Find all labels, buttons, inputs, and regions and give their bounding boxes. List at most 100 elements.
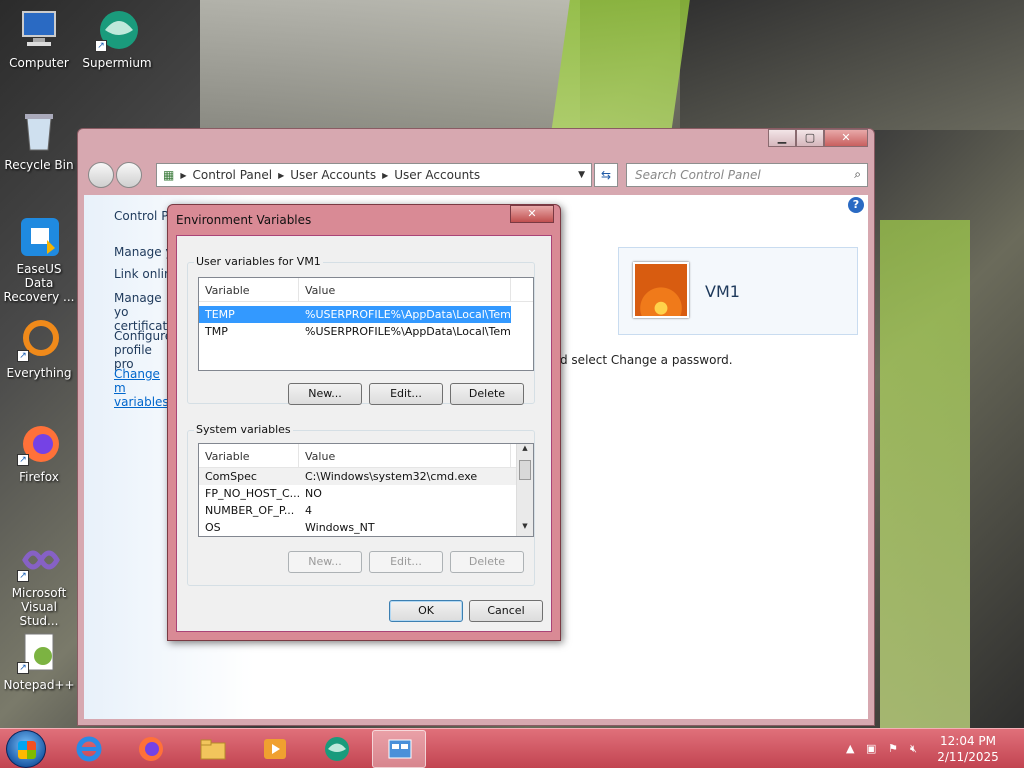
user-variables-group: User variables for VM1 Variable Value TE…: [187, 255, 535, 405]
clock[interactable]: 12:04 PM 2/11/2025: [932, 733, 1004, 765]
desktop-icon-supermium[interactable]: ↗ Supermium: [79, 8, 155, 70]
column-header-variable[interactable]: Variable: [199, 444, 299, 467]
show-hidden-icons-icon[interactable]: ▲: [846, 742, 860, 756]
window-caption-buttons: ▁ ▢ ✕: [768, 129, 868, 147]
desktop-icon-everything[interactable]: ↗ Everything: [1, 318, 77, 380]
clock-date: 2/11/2025: [937, 750, 999, 764]
folder-icon: [200, 739, 226, 760]
supermium-icon: ↗: [95, 8, 139, 52]
avatar: [633, 262, 689, 318]
recycle-bin-icon: [17, 110, 61, 154]
address-bar[interactable]: ▦ ▶ Control Panel ▶ User Accounts ▶ User…: [156, 163, 592, 187]
user-edit-button[interactable]: Edit...: [369, 383, 443, 405]
refresh-button[interactable]: ⇆: [594, 163, 618, 187]
volume-muted-icon[interactable]: 🔇︎: [910, 742, 924, 756]
taskbar-supermium[interactable]: [310, 730, 364, 768]
system-delete-button[interactable]: Delete: [450, 551, 524, 573]
everything-icon: ↗: [17, 318, 61, 362]
body-text: d select Change a password.: [560, 353, 733, 367]
desktop-icon-easeus[interactable]: EaseUS Data Recovery ...: [1, 214, 77, 304]
close-button[interactable]: ✕: [824, 129, 868, 147]
windows-logo-icon: [18, 741, 36, 759]
breadcrumb-item[interactable]: User Accounts: [394, 168, 480, 182]
vertical-scrollbar[interactable]: ▲ ▼: [516, 444, 533, 536]
column-header-value[interactable]: Value: [299, 278, 511, 301]
table-row[interactable]: TEMP %USERPROFILE%\AppData\Local\Temp: [199, 306, 511, 323]
forward-button[interactable]: [116, 162, 142, 188]
taskbar-media-player[interactable]: [248, 730, 302, 768]
change-env-variables-link[interactable]: Change m variables: [114, 367, 170, 409]
supermium-icon: [325, 737, 349, 761]
desktop-icon-notepadpp[interactable]: ↗ Notepad++: [1, 630, 77, 692]
table-row[interactable]: NUMBER_OF_P... 4: [199, 502, 533, 519]
desktop-icon-visual-studio[interactable]: ↗ Microsoft Visual Stud...: [1, 538, 77, 628]
taskbar-firefox[interactable]: [124, 730, 178, 768]
user-new-button[interactable]: New...: [288, 383, 362, 405]
control-panel-icon: ▦: [163, 168, 175, 182]
system-new-button[interactable]: New...: [288, 551, 362, 573]
system-variables-list[interactable]: Variable Value ComSpec C:\Windows\system…: [198, 443, 534, 537]
shortcut-arrow-icon: ↗: [17, 570, 29, 582]
taskbar-explorer[interactable]: [186, 730, 240, 768]
firefox-icon: ↗: [17, 422, 61, 466]
user-tile: VM1: [618, 247, 858, 335]
clock-time: 12:04 PM: [940, 734, 996, 748]
wallpaper-region: [550, 0, 690, 140]
shortcut-arrow-icon: ↗: [17, 350, 29, 362]
ok-button[interactable]: OK: [389, 600, 463, 622]
firefox-icon: [139, 737, 163, 761]
task-pane-item[interactable]: Configure profile pro: [114, 329, 172, 371]
shortcut-arrow-icon: ↗: [17, 662, 29, 674]
taskbar-control-panel[interactable]: [372, 730, 426, 768]
task-pane-item[interactable]: Manage yo certificate: [114, 291, 175, 333]
dialog-body: User variables for VM1 Variable Value TE…: [176, 235, 552, 632]
desktop-icon-computer[interactable]: Computer: [1, 8, 77, 70]
help-icon[interactable]: ?: [848, 197, 864, 213]
visual-studio-icon: ↗: [17, 538, 61, 582]
chevron-right-icon: ▶: [180, 170, 187, 180]
notepadpp-icon: ↗: [17, 630, 61, 674]
environment-variables-dialog: Environment Variables ✕ User variables f…: [167, 204, 561, 641]
chevron-right-icon: ▶: [382, 170, 389, 180]
chevron-down-icon[interactable]: ▼: [578, 170, 585, 180]
control-panel-icon: [388, 739, 412, 759]
column-header-variable[interactable]: Variable: [199, 278, 299, 301]
dialog-title: Environment Variables: [176, 213, 312, 227]
maximize-button[interactable]: ▢: [796, 129, 824, 147]
wallpaper-region: [680, 0, 1024, 130]
scroll-down-icon[interactable]: ▼: [517, 522, 533, 536]
breadcrumb-item[interactable]: Control Panel: [193, 168, 273, 182]
column-header-value[interactable]: Value: [299, 444, 511, 467]
system-variables-label: System variables: [194, 423, 293, 436]
scrollbar-thumb[interactable]: [519, 460, 531, 480]
minimize-button[interactable]: ▁: [768, 129, 796, 147]
table-row[interactable]: ComSpec C:\Windows\system32\cmd.exe: [199, 468, 533, 485]
search-input[interactable]: Search Control Panel ⌕: [626, 163, 868, 187]
breadcrumb-item[interactable]: User Accounts: [290, 168, 376, 182]
dialog-close-button[interactable]: ✕: [510, 205, 554, 223]
cancel-button[interactable]: Cancel: [469, 600, 543, 622]
navigation-bar: ▦ ▶ Control Panel ▶ User Accounts ▶ User…: [84, 161, 868, 191]
desktop-icon-recycle-bin[interactable]: Recycle Bin: [1, 110, 77, 172]
taskbar-ie[interactable]: [62, 730, 116, 768]
wallpaper-region: [880, 220, 970, 730]
shortcut-arrow-icon: ↗: [17, 454, 29, 466]
table-row[interactable]: OS Windows_NT: [199, 519, 533, 536]
user-variables-list[interactable]: Variable Value TEMP %USERPROFILE%\AppDat…: [198, 277, 534, 371]
computer-icon: [17, 8, 61, 52]
start-button[interactable]: [6, 730, 46, 768]
taskbar: ▲ ▣ ⚑ 🔇︎ 12:04 PM 2/11/2025: [0, 728, 1024, 768]
desktop-icon-firefox[interactable]: ↗ Firefox: [1, 422, 77, 484]
system-edit-button[interactable]: Edit...: [369, 551, 443, 573]
back-button[interactable]: [88, 162, 114, 188]
user-delete-button[interactable]: Delete: [450, 383, 524, 405]
scroll-up-icon[interactable]: ▲: [517, 444, 533, 458]
network-icon[interactable]: ▣: [866, 742, 880, 756]
chevron-right-icon: ▶: [278, 170, 285, 180]
action-center-flag-icon[interactable]: ⚑: [888, 742, 902, 756]
table-row[interactable]: FP_NO_HOST_C... NO: [199, 485, 533, 502]
shortcut-arrow-icon: ↗: [95, 40, 107, 52]
table-row[interactable]: TMP %USERPROFILE%\AppData\Local\Temp: [199, 323, 533, 340]
media-player-icon: [264, 739, 286, 759]
wallpaper-region: [200, 0, 580, 130]
